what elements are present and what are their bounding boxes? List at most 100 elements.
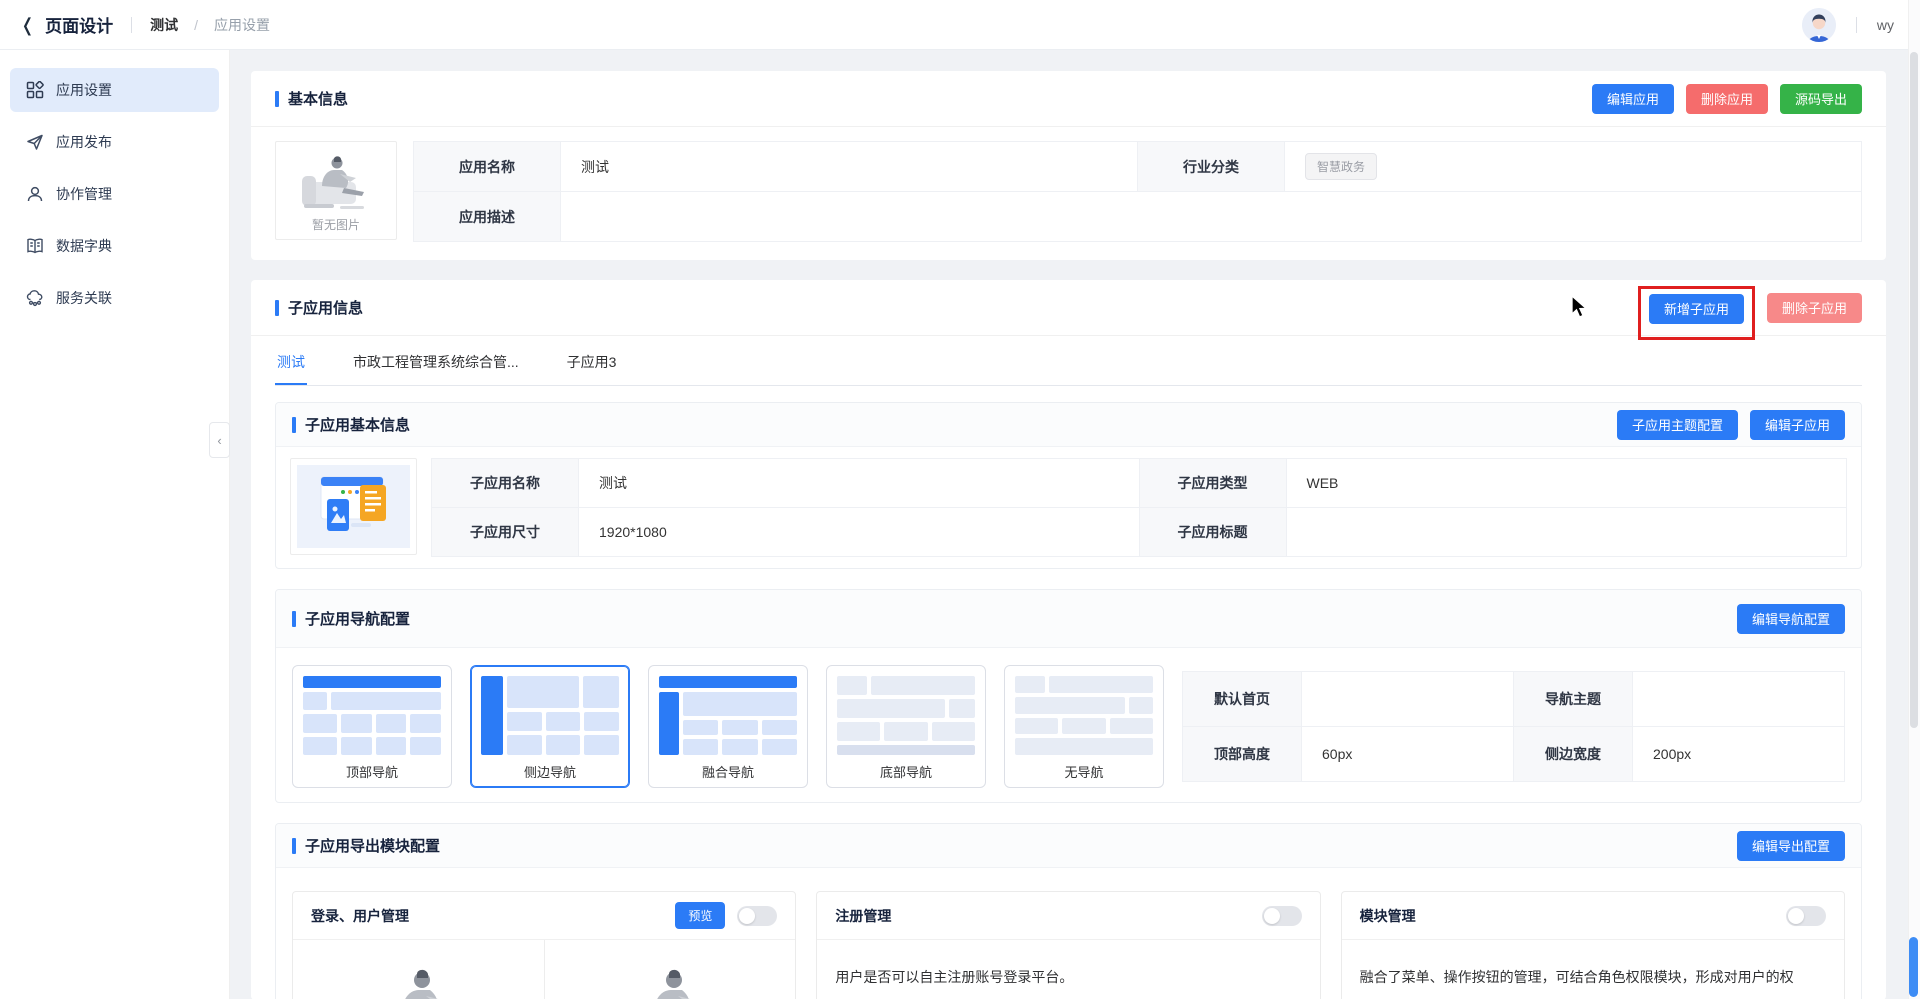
module-register: 注册管理 用户是否可以自主注册账号登录平台。 <box>816 891 1321 999</box>
sub-basic-title: 子应用基本信息 <box>292 414 410 435</box>
title-bar-accent <box>292 416 296 433</box>
export-source-button[interactable]: 源码导出 <box>1779 83 1862 114</box>
edit-sub-app-button[interactable]: 编辑子应用 <box>1749 409 1845 440</box>
app-desc-label: 应用描述 <box>414 192 560 241</box>
sub-size-label: 子应用尺寸 <box>432 508 578 556</box>
nav-theme-value <box>1633 672 1844 726</box>
sub-app-card: 子应用信息 新增子应用 删除子应用 测试 市政工程管理系统综合管... 子应用3 <box>251 280 1886 999</box>
export-config-section: 子应用导出模块配置 编辑导出配置 登录、用户管理 预览 注册管理 用户是否可以自… <box>275 823 1862 999</box>
sidebar-item-label: 服务关联 <box>56 290 112 306</box>
nav-option-none[interactable]: 无导航 <box>1004 665 1164 788</box>
sidebar-item-app-settings[interactable]: 应用设置 <box>10 68 219 112</box>
module-title: 注册管理 <box>835 907 892 924</box>
edit-app-button[interactable]: 编辑应用 <box>1591 83 1674 114</box>
sub-type-value: WEB <box>1286 459 1846 507</box>
nav-option-side[interactable]: 侧边导航 <box>470 665 630 788</box>
top-height-label: 顶部高度 <box>1183 727 1301 781</box>
page-scrollbar-thumb[interactable] <box>1910 52 1918 728</box>
sidebar-item-label: 应用设置 <box>56 82 112 98</box>
module-modules: 模块管理 融合了菜单、操作按钮的管理，可结合角色权限模块，形成对用户的权 <box>1340 891 1845 999</box>
delete-sub-app-button[interactable]: 删除子应用 <box>1766 292 1862 323</box>
avatar-illustration <box>1801 7 1836 42</box>
sub-app-thumbnail-illustration <box>297 465 410 548</box>
nav-option-label: 无导航 <box>1064 765 1104 780</box>
basic-info-card: 基本信息 编辑应用 删除应用 源码导出 暂无图片 应用名称 测试 行业分类 智慧… <box>251 71 1886 260</box>
send-icon <box>26 133 44 151</box>
nav-config-fields: 默认首页 导航主题 顶部高度 60px 侧边宽度 200px <box>1182 671 1845 782</box>
sub-title-label: 子应用标题 <box>1139 508 1286 556</box>
no-image-text: 暂无图片 <box>311 218 360 232</box>
module-title: 模块管理 <box>1359 907 1416 924</box>
nav-mixed-preview <box>659 676 797 756</box>
header-divider <box>131 16 133 33</box>
basic-info-fields: 应用名称 测试 行业分类 智慧政务 应用描述 <box>413 141 1862 242</box>
nav-top-preview <box>303 676 442 755</box>
sidebar-item-app-publish[interactable]: 应用发布 <box>10 120 219 164</box>
sub-app-thumbnail <box>290 458 417 555</box>
industry-tag: 智慧政务 <box>1305 153 1378 180</box>
sub-type-label: 子应用类型 <box>1139 459 1286 507</box>
app-image-placeholder: 暂无图片 <box>275 141 397 240</box>
export-config-title: 子应用导出模块配置 <box>292 835 440 856</box>
nav-option-top[interactable]: 顶部导航 <box>292 665 452 788</box>
industry-label: 行业分类 <box>1138 142 1284 191</box>
login-illustration <box>293 940 545 999</box>
nav-option-mixed[interactable]: 融合导航 <box>648 665 808 788</box>
tab-municipal-system[interactable]: 市政工程管理系统综合管... <box>351 340 521 385</box>
sidebar-item-data-dictionary[interactable]: 数据字典 <box>10 224 219 268</box>
module-description: 用户是否可以自主注册账号登录平台。 <box>835 969 1074 985</box>
app-name-label: 应用名称 <box>414 142 560 191</box>
app-desc-value <box>561 192 1861 241</box>
module-manage-toggle[interactable] <box>1786 905 1826 926</box>
add-sub-app-button[interactable]: 新增子应用 <box>1648 293 1744 324</box>
basic-info-title: 基本信息 <box>275 88 348 109</box>
login-module-toggle[interactable] <box>737 905 778 926</box>
sub-title-value <box>1286 508 1846 556</box>
nav-side-preview <box>481 676 620 755</box>
nav-config-section: 子应用导航配置 编辑导航配置 顶部导航 侧边导航 融合导航 底部导航 无导航 默… <box>275 589 1862 803</box>
top-height-value: 60px <box>1302 727 1513 781</box>
edit-nav-config-button[interactable]: 编辑导航配置 <box>1736 603 1845 634</box>
delete-app-button[interactable]: 删除应用 <box>1685 83 1768 114</box>
nav-none-preview <box>1015 676 1153 755</box>
sub-basic-section: 子应用基本信息 子应用主题配置 编辑子应用 子应用名称 测试 子应用类型 WEB… <box>275 402 1862 569</box>
nav-option-label: 融合导航 <box>701 765 754 780</box>
nav-bottom-preview <box>837 676 975 755</box>
edit-export-config-button[interactable]: 编辑导出配置 <box>1736 830 1845 861</box>
sidebar-item-service-link[interactable]: 服务关联 <box>10 276 219 320</box>
nav-option-bottom[interactable]: 底部导航 <box>826 665 986 788</box>
sub-app-theme-button[interactable]: 子应用主题配置 <box>1616 409 1738 440</box>
sub-name-label: 子应用名称 <box>432 459 578 507</box>
module-description: 融合了菜单、操作按钮的管理，可结合角色权限模块，形成对用户的权 <box>1359 969 1794 985</box>
sub-basic-fields: 子应用名称 测试 子应用类型 WEB 子应用尺寸 1920*1080 子应用标题 <box>431 458 1847 557</box>
default-home-label: 默认首页 <box>1183 672 1301 726</box>
title-bar-accent <box>292 610 296 627</box>
page-scrollbar-track[interactable] <box>1908 0 1920 999</box>
register-module-toggle[interactable] <box>1261 905 1302 926</box>
nav-option-label: 顶部导航 <box>345 765 398 780</box>
user-avatar[interactable] <box>1801 7 1836 42</box>
user-divider <box>1855 16 1857 33</box>
tab-sub-app-3[interactable]: 子应用3 <box>565 340 619 385</box>
tab-test[interactable]: 测试 <box>275 340 307 385</box>
user-manage-illustration <box>545 940 796 999</box>
sidebar-item-collaboration[interactable]: 协作管理 <box>10 172 219 216</box>
title-bar-accent <box>275 90 279 107</box>
page-title[interactable]: 页面设计 <box>45 12 113 37</box>
preview-button[interactable]: 预览 <box>675 902 726 929</box>
sidebar-item-label: 应用发布 <box>56 134 112 150</box>
back-icon[interactable]: ❬ <box>20 16 35 34</box>
module-login-user: 登录、用户管理 预览 <box>292 891 797 999</box>
sub-size-value: 1920*1080 <box>579 508 1139 556</box>
breadcrumb-app[interactable]: 测试 <box>150 15 178 35</box>
sidebar-collapse-button[interactable]: ‹ <box>209 422 230 458</box>
side-width-value: 200px <box>1633 727 1844 781</box>
nav-option-label: 侧边导航 <box>523 765 576 780</box>
sub-name-value: 测试 <box>579 459 1139 507</box>
inner-scrollbar-thumb[interactable] <box>1909 937 1918 997</box>
main-content: 基本信息 编辑应用 删除应用 源码导出 暂无图片 应用名称 测试 行业分类 智慧… <box>230 50 1920 999</box>
cloud-link-icon <box>26 289 44 307</box>
user-icon <box>26 185 44 203</box>
user-name[interactable]: wy <box>1877 17 1894 33</box>
nav-config-title: 子应用导航配置 <box>292 608 410 629</box>
